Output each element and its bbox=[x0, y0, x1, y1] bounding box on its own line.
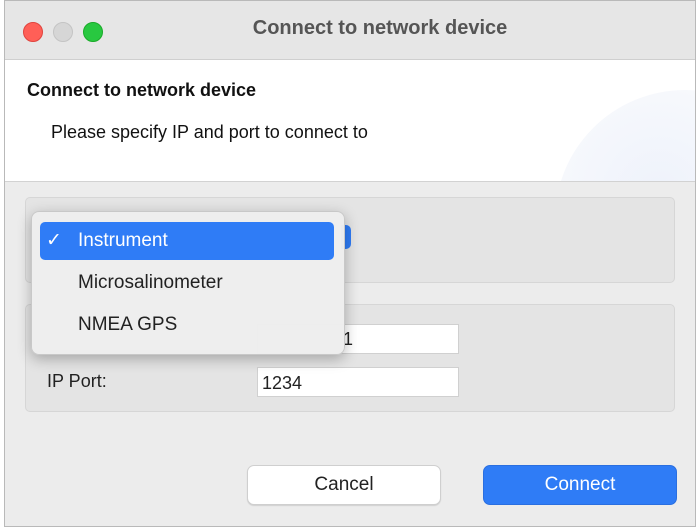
connect-button[interactable]: Connect bbox=[483, 465, 677, 505]
menu-item-label: Microsalinometer bbox=[78, 272, 223, 293]
menu-item-nmea-gps[interactable]: NMEA GPS bbox=[40, 306, 334, 344]
ip-port-field[interactable]: 1234 bbox=[257, 367, 459, 397]
header-panel: Connect to network device Please specify… bbox=[5, 60, 695, 182]
menu-item-microsalinometer[interactable]: Microsalinometer bbox=[40, 264, 334, 302]
ip-port-label: IP Port: bbox=[47, 371, 107, 391]
device-type-dropdown-menu: ✓ Instrument Microsalinometer NMEA GPS bbox=[31, 211, 345, 355]
menu-item-instrument[interactable]: ✓ Instrument bbox=[40, 222, 334, 260]
header-decoration bbox=[555, 90, 695, 181]
header-description: Please specify IP and port to connect to bbox=[51, 122, 368, 142]
window-title: Connect to network device bbox=[252, 17, 508, 39]
header-title: Connect to network device bbox=[27, 80, 257, 100]
cancel-button[interactable]: Cancel bbox=[247, 465, 441, 505]
dialog-window: Connect to network device Connect to net… bbox=[4, 0, 696, 527]
title-bar: Connect to network device bbox=[5, 1, 695, 60]
menu-item-label: Instrument bbox=[78, 230, 168, 251]
checkmark-icon: ✓ bbox=[46, 230, 62, 251]
menu-item-label: NMEA GPS bbox=[78, 314, 178, 335]
